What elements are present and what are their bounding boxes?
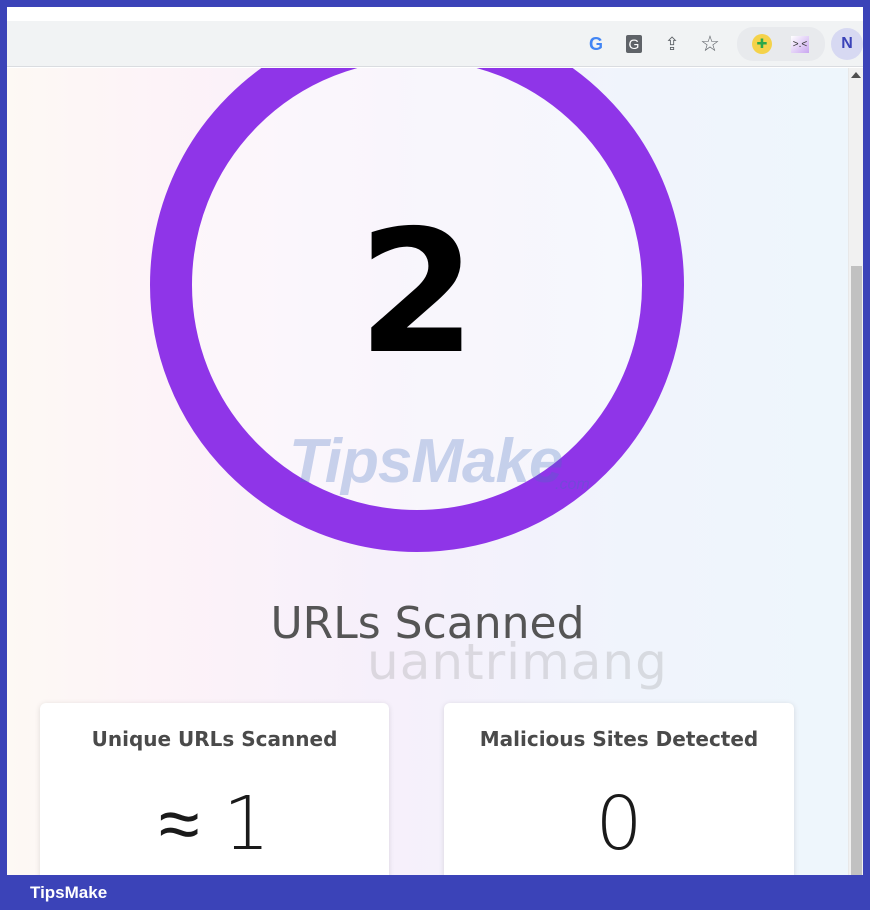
share-icon[interactable]: ⇪ <box>657 29 687 59</box>
star-glyph: ☆ <box>700 31 720 56</box>
ext-plus-glyph: ✚ <box>752 34 772 54</box>
tipsmake-watermark: TipsMake <box>289 427 563 496</box>
browser-toolbar: G G ⇪ ☆ ✚ >.< N <box>7 21 863 67</box>
extension-face-icon[interactable]: >.< <box>785 29 815 59</box>
scroll-up-arrow-icon[interactable] <box>851 72 861 78</box>
extension-plus-icon[interactable]: ✚ <box>747 29 777 59</box>
malicious-sites-title: Malicious Sites Detected <box>479 727 759 751</box>
browser-window: G G ⇪ ☆ ✚ >.< N 2 TipsMake .com URLs Sca… <box>0 0 870 910</box>
profile-avatar[interactable]: N <box>831 28 863 60</box>
unique-urls-value: ≈ 1 <box>158 781 271 867</box>
urls-scanned-count: 2 <box>357 194 477 392</box>
page-content: 2 TipsMake .com URLs Scanned uantrimang … <box>7 68 848 882</box>
unique-urls-card: Unique URLs Scanned ≈ 1 <box>40 703 389 882</box>
translate-glyph: G <box>625 35 643 53</box>
bookmark-star-icon[interactable]: ☆ <box>695 29 725 59</box>
malicious-sites-value: 0 <box>595 781 643 867</box>
toolbar-icons: G G ⇪ ☆ ✚ >.< N <box>577 21 863 67</box>
extensions-group: ✚ >.< <box>737 27 825 61</box>
ext-face-glyph: >.< <box>790 35 810 53</box>
tipsmake-watermark-suffix: .com <box>555 476 590 493</box>
translate-icon[interactable]: G <box>619 29 649 59</box>
vertical-scrollbar[interactable] <box>848 68 863 882</box>
unique-urls-title: Unique URLs Scanned <box>91 727 338 751</box>
footer-label: TipsMake <box>30 883 108 902</box>
profile-glyph: N <box>841 35 853 52</box>
scroll-thumb[interactable] <box>851 266 862 882</box>
google-icon[interactable]: G <box>581 29 611 59</box>
share-glyph: ⇪ <box>664 33 680 54</box>
google-glyph: G <box>588 33 603 54</box>
footer-bar: TipsMake <box>0 875 870 910</box>
quantrimang-watermark: uantrimang <box>367 633 668 691</box>
malicious-sites-card: Malicious Sites Detected 0 <box>444 703 794 882</box>
